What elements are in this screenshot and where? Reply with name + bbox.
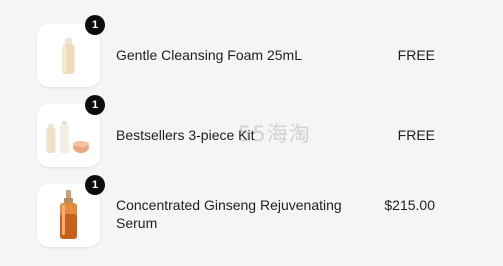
item-name: Concentrated Ginseng Rejuvenating Serum [116, 197, 342, 231]
item-name: Gentle Cleansing Foam 25mL [116, 47, 302, 63]
line-item: 1 Concentrated Ginseng Rejuvenating Seru… [37, 175, 437, 248]
item-price: $215.00 [384, 197, 435, 213]
line-item: 1 Bestsellers 3-piece Kit FREE [37, 95, 437, 168]
quantity-badge: 1 [85, 15, 105, 35]
item-price: FREE [397, 47, 435, 63]
quantity-badge: 1 [85, 175, 105, 195]
watermark: 55海淘 [238, 122, 311, 146]
item-price: FREE [397, 127, 435, 143]
quantity-badge: 1 [85, 95, 105, 115]
line-item: 1 Gentle Cleansing Foam 25mL FREE [37, 15, 437, 88]
order-summary-list: 1 Gentle Cleansing Foam 25mL FREE 1 Best… [0, 0, 503, 266]
